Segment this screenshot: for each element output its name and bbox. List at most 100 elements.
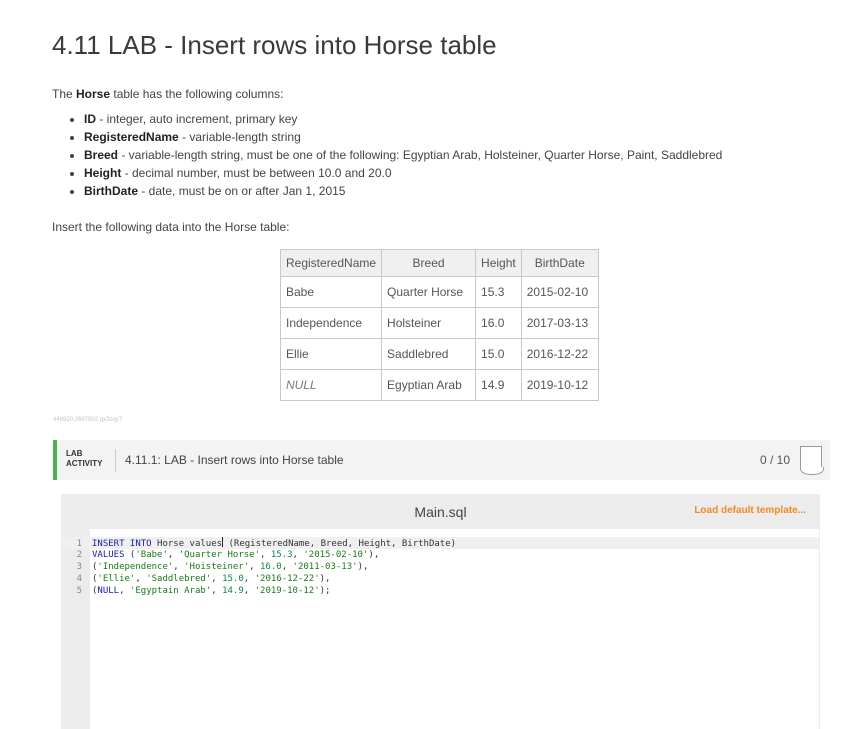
code-token: 'Babe' [135,550,168,560]
code-token: , [119,586,130,596]
column-desc: - variable-length string, must be one of… [118,148,723,162]
code-token: , [292,550,304,560]
table-cell-null: NULL [279,369,383,401]
editor-header: Main.sql Load default template... [61,494,820,528]
intro-table-name: Horse [76,87,111,101]
line-number: 3 [76,562,82,572]
code-token: 'Saddlebred' [146,574,212,584]
code-line[interactable]: 4 ('Ellie', 'Saddlebred', 15.0, '2016-12-… [62,573,819,585]
code-line[interactable]: 5 (NULL, 'Egyptain Arab', 14.9, '2019-10-… [62,585,819,597]
code-token: 16.0 [260,562,282,572]
code-token: 15.0 [222,574,244,584]
code-token: , [211,574,223,584]
lab-activity-header: LAB ACTIVITY 4.11.1: LAB - Insert rows i… [53,440,830,480]
column-item: ID - integer, auto increment, primary ke… [84,110,722,128]
code-token: '2011-03-13' [292,562,358,572]
code-token: INSERT INTO [92,539,152,549]
page-title: 4.11 LAB - Insert rows into Horse table [52,30,497,60]
table-cell: 14.9 [475,369,522,401]
header-registered-name: RegisteredName [279,249,383,277]
code-token: 'Egyptain Arab' [129,586,212,596]
code-token: ), [319,574,331,584]
code-token: , [243,586,255,596]
lab-score: 0 / 10 [759,453,790,467]
code-token: , [281,562,293,572]
code-token: 'Ellie' [97,574,136,584]
code-token: (RegisteredName, Breed, Height, BirthDat… [223,539,457,549]
code-token: ); [319,586,331,596]
intro-suffix: table has the following columns: [110,87,284,101]
table-row: Independence Holsteiner 16.0 2017-03-13 [279,307,599,339]
header-birthdate: BirthDate [520,249,599,277]
code-token: '2016-12-22' [254,574,320,584]
table-cell: 2017-03-13 [520,307,599,339]
code-token: NULL [97,586,120,596]
load-default-template-link[interactable]: Load default template... [694,505,806,516]
code-token: 'Hoisteiner' [184,562,250,572]
table-row: Babe Quarter Horse 15.3 2015-02-10 [279,276,599,308]
table-cell: Quarter Horse [381,276,477,308]
line-number: 2 [76,550,82,560]
code-token: '2015-02-10' [303,550,369,560]
table-cell: 16.0 [475,307,522,339]
table-cell: Saddlebred [381,338,477,370]
column-name: Breed [84,148,119,162]
code-token: , [211,586,223,596]
completion-badge-icon [800,446,824,475]
code-token: , [243,574,255,584]
horse-data-table: RegisteredName Breed Height BirthDate Ba… [279,249,599,401]
table-cell: Holsteiner [381,307,477,339]
code-line[interactable]: 3 ('Independence', 'Hoisteiner', 16.0, '2… [62,561,819,573]
column-desc: - variable-length string [178,130,301,144]
code-token: ), [357,562,369,572]
table-cell: Independence [279,307,383,339]
column-name: RegisteredName [84,130,179,144]
column-desc: - integer, auto increment, primary key [96,112,298,126]
lab-tag-line1: LAB [66,449,83,458]
column-item: BirthDate - date, must be on or after Ja… [84,182,722,200]
table-cell: 2015-02-10 [520,276,599,308]
table-cell: 2016-12-22 [520,338,599,370]
table-cell: Ellie [279,338,383,370]
code-line[interactable]: 1 INSERT INTO Horse values (RegisteredNam… [62,537,819,549]
code-token: , [249,562,260,572]
code-token: 15.3 [270,550,293,560]
table-cell: Egyptian Arab [381,369,477,401]
code-lines[interactable]: 1 INSERT INTO Horse values (RegisteredNam… [62,537,819,597]
column-list: ID - integer, auto increment, primary ke… [66,110,722,200]
table-cell: Babe [279,276,383,308]
code-token: , [167,550,179,560]
code-editor[interactable]: 1 INSERT INTO Horse values (RegisteredNam… [62,529,819,729]
column-desc: - decimal number, must be between 10.0 a… [121,166,392,180]
lab-activity-title: 4.11.1: LAB - Insert rows into Horse tab… [125,453,344,467]
code-editor-panel: Main.sql Load default template... 1 INSER… [61,494,820,729]
insert-instructions: Insert the following data into the Horse… [52,220,290,234]
code-token: ), [368,550,380,560]
lab-tag-line2: ACTIVITY [66,459,103,468]
code-token: VALUES [92,550,125,560]
code-line[interactable]: 2 VALUES ('Babe', 'Quarter Horse', 15.3, … [62,549,819,561]
column-name: ID [84,112,96,126]
intro-prefix: The [52,87,77,101]
code-token: , [173,562,185,572]
table-cell: 15.3 [475,276,522,308]
column-desc: - date, must be on or after Jan 1, 2015 [138,184,346,198]
header-breed: Breed [381,249,477,277]
table-cell: 2019-10-12 [520,369,599,401]
code-token: 'Independence' [97,562,174,572]
code-token: Horse values [151,539,223,549]
activity-id-code: 446920.2697992.qx3zqy7 [53,417,123,423]
code-token: , [260,550,271,560]
lab-divider [115,449,116,472]
code-token: '2019-10-12' [254,586,320,596]
header-height: Height [475,249,522,277]
table-row: Ellie Saddlebred 15.0 2016-12-22 [279,338,599,370]
code-token: ( [124,550,136,560]
lab-activity-tag: LAB ACTIVITY [66,449,102,469]
column-name: Height [84,166,122,180]
column-name: BirthDate [84,184,139,198]
column-item: Breed - variable-length string, must be … [84,146,722,164]
intro-text: The Horse table has the following column… [52,87,283,101]
line-number: 5 [76,586,82,596]
table-cell: 15.0 [475,338,522,370]
